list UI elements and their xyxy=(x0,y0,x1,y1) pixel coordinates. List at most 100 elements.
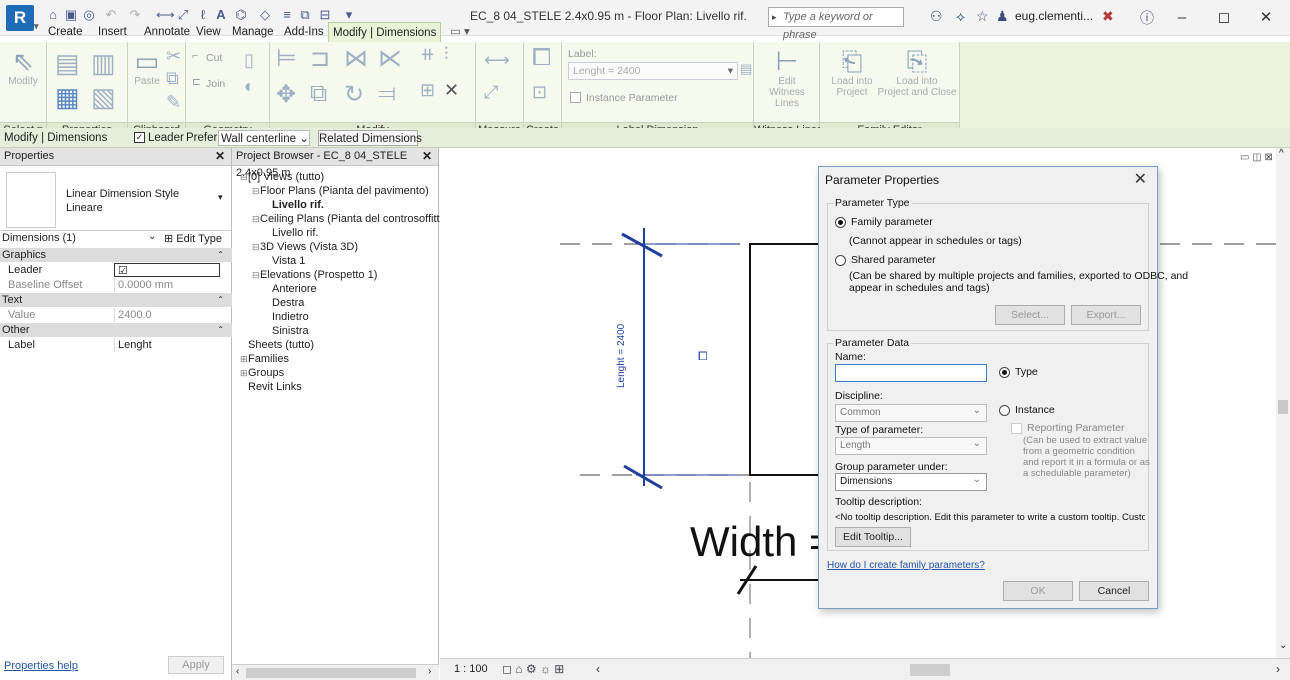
instance-radio[interactable] xyxy=(999,405,1010,416)
browser-node[interactable]: Sinistra xyxy=(264,324,309,338)
family-types-icon[interactable]: ▥ xyxy=(91,48,116,79)
array-icon[interactable]: ⊞ xyxy=(420,80,435,101)
tree-toggle-icon[interactable]: ⊟ xyxy=(240,170,248,184)
property-row[interactable]: Value 2400.0 xyxy=(0,308,232,322)
text-icon[interactable]: A xyxy=(214,8,228,22)
parameter-name-input[interactable] xyxy=(835,364,987,382)
browser-node[interactable]: Vista 1 xyxy=(264,254,305,268)
split-icon[interactable]: ⧺ xyxy=(420,44,435,65)
browser-node[interactable]: ⊟Ceiling Plans (Pianta del controsoffitt… xyxy=(252,212,446,226)
property-category[interactable]: Graphics ⌃ xyxy=(0,248,232,262)
open-icon[interactable]: ⌂ xyxy=(46,8,60,22)
dimension-icon[interactable]: ⤢ xyxy=(176,8,190,22)
paste-button[interactable]: ▭ Paste xyxy=(132,46,162,87)
scroll-right-icon[interactable]: › xyxy=(1276,662,1280,676)
properties-help-link[interactable]: Properties help xyxy=(4,660,78,672)
property-row[interactable]: Label Lenght xyxy=(0,338,232,352)
browser-node[interactable]: ⊞Groups xyxy=(240,366,284,380)
dialog-close-button[interactable]: ✕ xyxy=(1134,169,1147,189)
property-value[interactable]: ☑ xyxy=(114,263,220,277)
tab-create[interactable]: Create xyxy=(44,22,87,42)
dimension-label[interactable]: Lenght = 2400 xyxy=(616,323,627,388)
tree-toggle-icon[interactable]: ⊞ xyxy=(240,366,248,380)
copy-elements-icon[interactable]: ⧉ xyxy=(310,80,327,108)
mirror-draw-icon[interactable]: ⋉ xyxy=(378,44,402,73)
browser-node[interactable]: Livello rif. xyxy=(264,198,324,212)
create-group-icon[interactable]: ⊡ xyxy=(532,82,547,103)
prefer-dropdown[interactable]: Wall centerline ⌄ xyxy=(218,130,310,146)
property-row[interactable]: Leader ☑ xyxy=(0,263,232,277)
sync-icon[interactable]: ◎ xyxy=(82,8,96,22)
scroll-right-icon[interactable]: › xyxy=(428,666,431,677)
collapse-chevron-icon[interactable]: ⌃ xyxy=(217,248,224,262)
collapse-chevron-icon[interactable]: ⌃ xyxy=(217,293,224,307)
rotate-icon[interactable]: ↻ xyxy=(344,80,364,109)
browser-node[interactable]: Destra xyxy=(264,296,304,310)
customize-qat-icon[interactable]: ▾ xyxy=(342,8,356,22)
switch-windows-icon[interactable]: ⊟ xyxy=(318,8,332,22)
browser-node[interactable]: Revit Links xyxy=(240,380,302,394)
browser-scrollbar[interactable]: ‹ › xyxy=(232,664,439,680)
scroll-left-icon[interactable]: ‹ xyxy=(596,662,600,676)
vertical-scrollbar[interactable]: ^ ⌄ xyxy=(1276,148,1290,658)
help-link[interactable]: How do I create family parameters? xyxy=(827,559,985,572)
chevron-down-icon[interactable]: ⌄ xyxy=(148,231,156,242)
create-similar-icon[interactable]: ⧠ xyxy=(532,44,551,72)
delete-icon[interactable]: ✕ xyxy=(444,80,459,101)
split-face-icon[interactable]: ▯ xyxy=(244,50,254,71)
properties-icon[interactable]: ▤ xyxy=(55,48,80,79)
family-category-icon[interactable]: ▦ xyxy=(55,82,80,113)
tab-annotate[interactable]: Annotate xyxy=(140,22,194,42)
move-icon[interactable]: ✥ xyxy=(276,80,296,109)
match-type-icon[interactable]: ✎ xyxy=(166,92,181,113)
group-parameter-select[interactable]: Dimensions xyxy=(835,472,987,491)
thin-lines-icon[interactable]: ≡ xyxy=(280,8,294,22)
tree-toggle-icon[interactable]: ⊟ xyxy=(252,240,260,254)
scroll-up-icon[interactable]: ^ xyxy=(1279,148,1284,159)
paint-icon[interactable]: ◐ xyxy=(244,76,255,97)
property-category[interactable]: Text ⌃ xyxy=(0,293,232,307)
cut-geometry-button[interactable]: Cut xyxy=(206,52,222,64)
close-icon[interactable]: ✕ xyxy=(215,148,225,165)
browser-node[interactable]: Indietro xyxy=(264,310,309,324)
view-scale[interactable]: 1 : 100 xyxy=(454,663,488,675)
browser-node[interactable]: ⊟Elevations (Prospetto 1) xyxy=(252,268,377,282)
browser-node[interactable]: Anteriore xyxy=(264,282,317,296)
measure-icon[interactable]: ⟷ xyxy=(156,8,175,22)
trim-extend-icon[interactable]: ⫤ xyxy=(378,80,396,108)
browser-node[interactable]: Sheets (tutto) xyxy=(240,338,314,352)
type-radio[interactable] xyxy=(999,367,1010,378)
cope-icon[interactable]: ⌐ xyxy=(192,50,198,62)
cancel-button[interactable]: Cancel xyxy=(1079,581,1149,601)
ok-button[interactable]: OK xyxy=(1003,581,1073,601)
tree-toggle-icon[interactable]: ⊞ xyxy=(240,352,248,366)
edit-tooltip-button[interactable]: Edit Tooltip... xyxy=(835,527,911,547)
property-value[interactable]: 0.0000 mm xyxy=(114,278,220,292)
instance-selector[interactable]: Dimensions (1) xyxy=(2,232,76,244)
reporting-parameter-checkbox[interactable] xyxy=(1011,423,1022,434)
tab-insert[interactable]: Insert xyxy=(94,22,131,42)
scrollbar-thumb[interactable] xyxy=(1278,400,1288,414)
select-button[interactable]: Select... xyxy=(995,305,1065,325)
offset-icon[interactable]: ⊐ xyxy=(310,44,330,73)
browser-node[interactable]: Livello rif. xyxy=(264,226,318,240)
apply-button[interactable]: Apply xyxy=(168,656,224,674)
undo-icon[interactable]: ↶ xyxy=(104,8,118,22)
section-icon[interactable]: ◇ xyxy=(258,8,272,22)
modify-button[interactable]: ⇖ Modify xyxy=(4,46,42,87)
family-parameter-radio[interactable] xyxy=(835,217,846,228)
trim-icon[interactable]: ⫶ xyxy=(444,44,449,65)
tab-modify-dimensions[interactable]: Modify | Dimensions xyxy=(328,22,442,42)
align-icon[interactable]: ⊨ xyxy=(276,44,297,73)
create-parameter-icon[interactable]: ▤ xyxy=(740,61,752,77)
tag-icon[interactable]: ℓ xyxy=(196,8,210,22)
type-properties-icon[interactable]: ▧ xyxy=(91,82,116,113)
save-icon[interactable]: ▣ xyxy=(64,8,78,22)
close-hidden-icon[interactable]: ⧉ xyxy=(298,8,312,22)
width-dimension-label[interactable]: Width = xyxy=(690,518,834,565)
measure-ruler-icon[interactable]: ⟷ xyxy=(484,50,510,71)
redo-icon[interactable]: ↷ xyxy=(128,8,142,22)
shared-parameter-radio[interactable] xyxy=(835,255,846,266)
copy-icon[interactable]: ⧉ xyxy=(166,68,179,89)
tab-manage[interactable]: Manage xyxy=(228,22,278,42)
